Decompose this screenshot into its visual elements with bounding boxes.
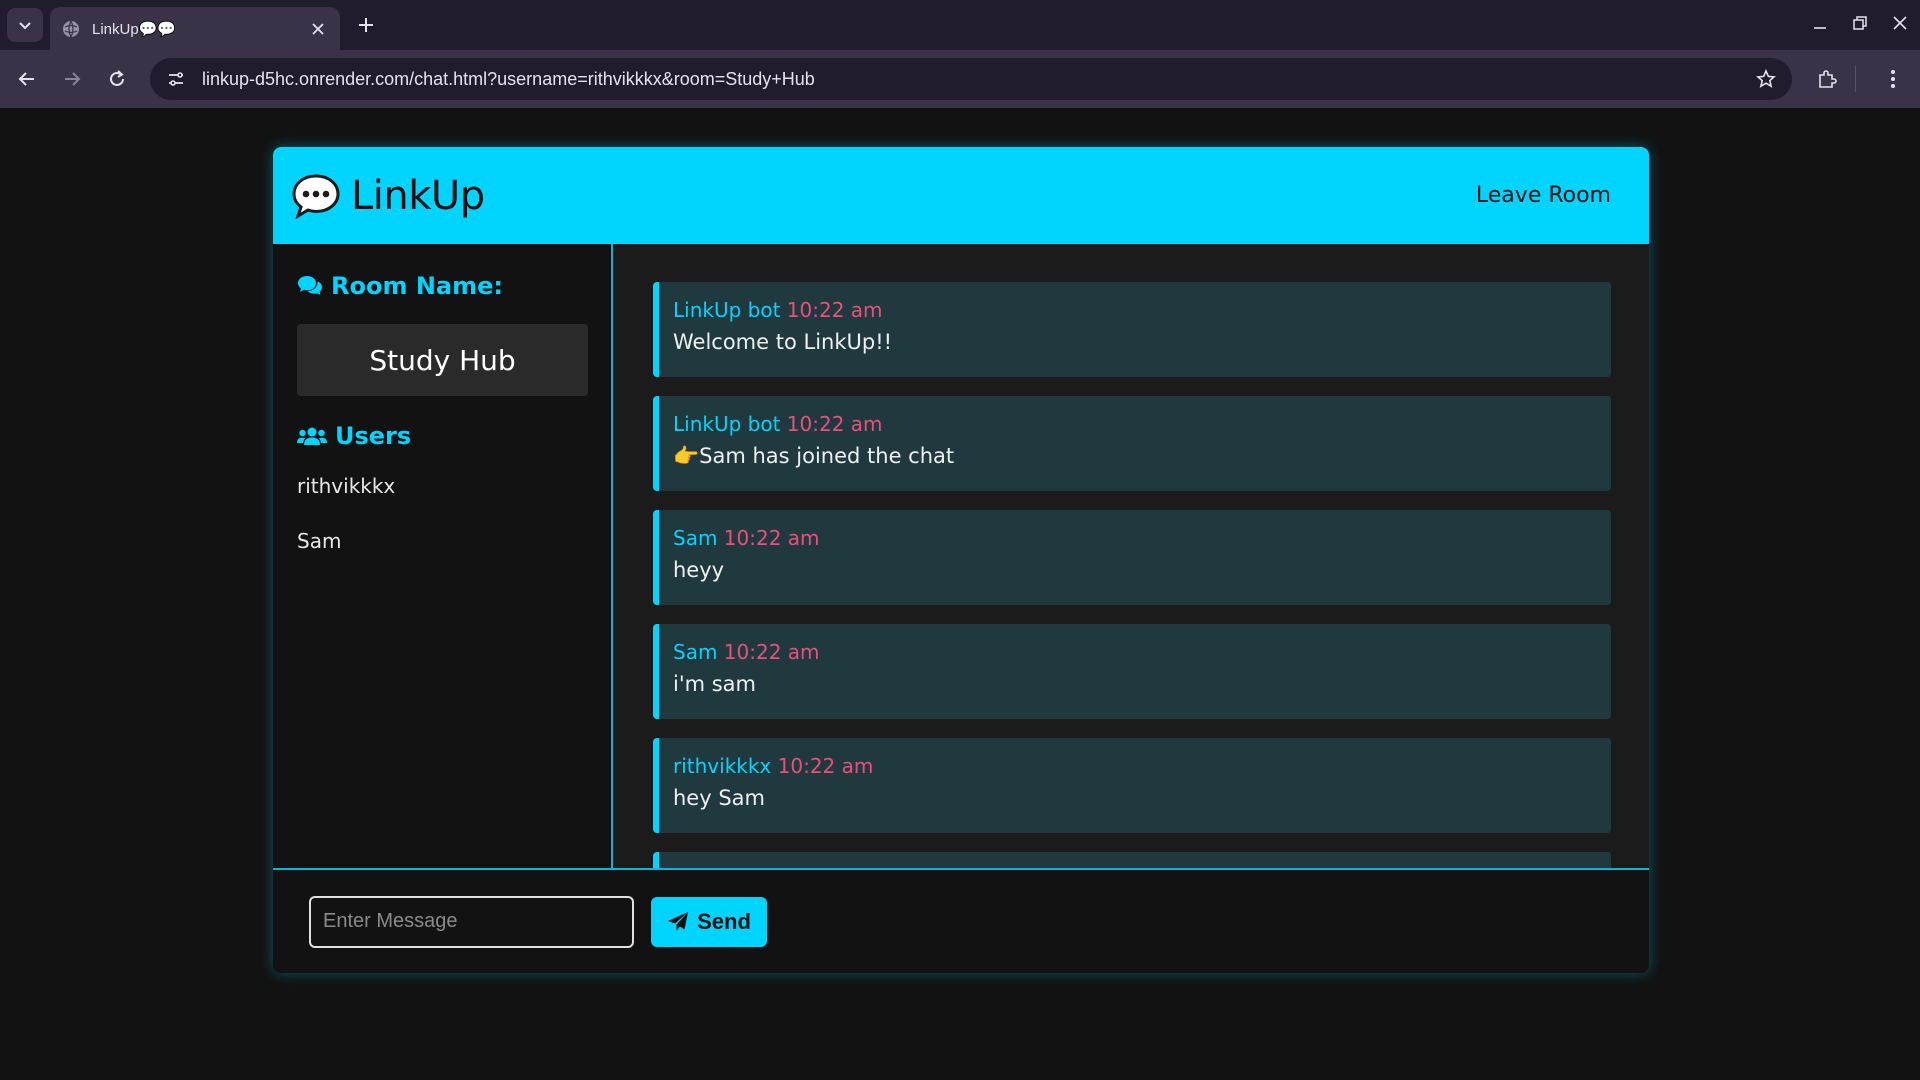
chat-messages[interactable]: LinkUp bot 10:22 am Welcome to LinkUp!! … [615, 244, 1649, 868]
close-icon [312, 22, 324, 35]
message-input[interactable] [309, 895, 634, 948]
message-time: 10:22 am [786, 298, 883, 322]
bookmark-button[interactable] [1752, 65, 1780, 93]
send-label: Send [697, 908, 751, 934]
browser-toolbar: linkup-d5hc.onrender.com/chat.html?usern… [0, 50, 1920, 108]
message-text: heyy [673, 558, 725, 582]
message-time: 10:22 am [723, 526, 820, 550]
minimize-icon [1814, 27, 1826, 29]
message-author: Sam [673, 526, 718, 550]
message-author: rithvikkkx [673, 754, 772, 778]
close-icon [1893, 16, 1907, 30]
users-icon [297, 427, 327, 445]
minimize-button[interactable] [1800, 8, 1840, 38]
message-meta: Sam 10:22 am [673, 526, 1597, 550]
plus-icon [359, 18, 373, 32]
brand: LinkUp [291, 173, 485, 219]
extensions-button[interactable] [1810, 62, 1844, 96]
paper-plane-icon [668, 911, 689, 931]
chat-message: LinkUp bot 10:22 am 👉Sam has joined the … [653, 396, 1611, 491]
star-icon [1756, 69, 1776, 88]
room-name-display: Study Hub [297, 324, 588, 396]
toolbar-divider [1855, 66, 1856, 92]
chat-message: Sam 10:22 am heyy [653, 510, 1611, 605]
message-time: 10:22 am [723, 640, 820, 664]
leave-room-button[interactable]: Leave Room [1476, 183, 1611, 208]
message-text: 👉Sam has joined the chat [673, 444, 955, 468]
chevron-down-icon [19, 22, 31, 30]
browser-menu-button[interactable] [1876, 62, 1910, 96]
tune-icon [169, 72, 183, 86]
new-tab-button[interactable] [353, 12, 379, 38]
tab-title: LinkUp💬💬 [92, 20, 177, 38]
puzzle-icon [1819, 70, 1837, 88]
speech-bubble-icon [292, 173, 340, 219]
restore-button[interactable] [1840, 8, 1880, 38]
message-composer: Send [273, 868, 1649, 973]
app-header: LinkUp Leave Room [273, 147, 1649, 244]
message-meta: Sam 10:22 am [673, 640, 1597, 664]
chat-sidebar: Room Name: Study Hub Users rithvikkkx Sa… [273, 244, 613, 868]
message-time: 10:22 am [786, 412, 883, 436]
chat-message: Sam 10:22 am i'm sam [653, 624, 1611, 719]
browser-tab-strip: LinkUp💬💬 [0, 0, 1920, 50]
room-name-heading: Room Name: [297, 272, 587, 300]
message-meta: LinkUp bot 10:22 am [673, 298, 1597, 322]
url-text: linkup-d5hc.onrender.com/chat.html?usern… [202, 68, 815, 89]
room-name-label: Room Name: [331, 272, 503, 300]
browser-tab[interactable]: LinkUp💬💬 [50, 7, 340, 50]
back-button[interactable] [10, 62, 44, 96]
message-author: LinkUp bot [673, 298, 781, 322]
message-author: LinkUp bot [673, 412, 781, 436]
message-time: 10:22 am [777, 754, 874, 778]
forward-button[interactable] [55, 62, 89, 96]
message-text: i'm sam [673, 672, 757, 696]
reload-icon [110, 70, 124, 86]
site-info-button[interactable] [164, 67, 188, 91]
tab-close-button[interactable] [308, 19, 328, 39]
message-meta: rithvikkkx 10:22 am [673, 754, 1597, 778]
message-text: hey Sam [673, 786, 765, 810]
user-list-item: Sam [297, 529, 342, 553]
reload-button[interactable] [100, 62, 134, 96]
users-heading: Users [297, 422, 587, 450]
user-list: rithvikkkx Sam [297, 474, 587, 584]
users-label: Users [335, 422, 412, 450]
tab-search-button[interactable] [7, 8, 43, 42]
restore-icon [1853, 16, 1867, 30]
chat-app-container: LinkUp Leave Room Room Name: Study Hub U… [273, 147, 1649, 973]
close-window-button[interactable] [1880, 8, 1920, 38]
address-bar[interactable]: linkup-d5hc.onrender.com/chat.html?usern… [150, 58, 1792, 100]
message-author: Sam [673, 640, 718, 664]
send-button[interactable]: Send [651, 896, 767, 947]
arrow-right-icon [65, 72, 81, 86]
chat-message: LinkUp bot 10:22 am Welcome to LinkUp!! [653, 282, 1611, 377]
arrow-left-icon [18, 72, 34, 86]
more-vertical-icon [1891, 70, 1895, 88]
app-title: LinkUp [351, 172, 485, 219]
globe-icon [63, 20, 79, 37]
user-list-item: rithvikkkx [297, 474, 396, 498]
chat-message-partial [653, 852, 1611, 868]
message-text: Welcome to LinkUp!! [673, 330, 893, 354]
comments-icon [298, 276, 322, 295]
message-meta: LinkUp bot 10:22 am [673, 412, 1597, 436]
chat-message: rithvikkkx 10:22 am hey Sam [653, 738, 1611, 833]
